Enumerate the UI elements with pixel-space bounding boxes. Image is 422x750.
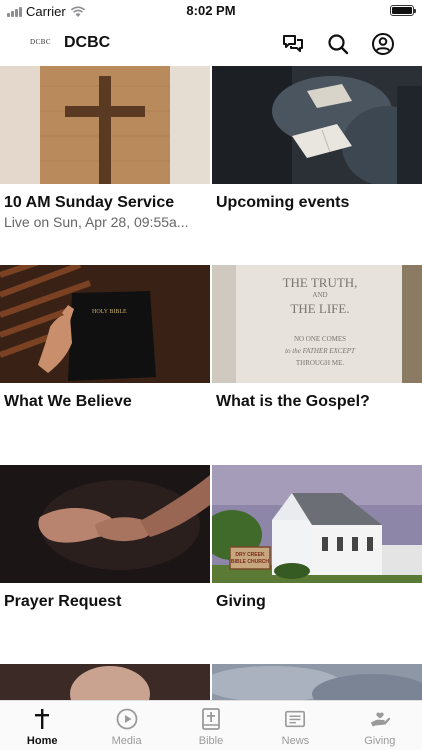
page-text-line: NO ONE COMES [294,335,346,343]
page-text-line: AND [312,291,327,299]
partial-photo-sky [212,664,422,700]
tab-label: Home [26,735,58,747]
content-grid: 10 AM Sunday Service Live on Sun, Apr 28… [0,66,422,700]
card-what-we-believe[interactable]: HOLY BIBLE What We Believe [0,265,210,413]
tab-media[interactable]: Media [84,701,168,750]
card-title: What We Believe [4,393,132,410]
people-reading-bibles-photo [212,66,422,184]
hand-on-holy-bible-photo: HOLY BIBLE [0,265,210,383]
tab-label: Media [111,735,142,747]
tab-bible[interactable]: Bible [169,701,253,750]
tab-home[interactable]: Home [0,701,84,750]
app-title: DCBC [64,34,111,51]
card-what-is-the-gospel[interactable]: THE TRUTH, AND THE LIFE. NO ONE COMES to… [212,265,422,413]
app-header: DCBC DCBC [0,22,422,66]
bible-cover-text: HOLY BIBLE [92,309,127,315]
bible-icon [200,708,222,730]
search-icon[interactable] [326,32,350,56]
church-sign-text: DRY CREEK [235,552,265,558]
card-partial-left[interactable] [0,664,210,700]
app-logo[interactable]: DCBC [30,38,51,46]
battery-icon [390,5,416,16]
giving-hand-icon [369,708,391,730]
card-title: Prayer Request [4,593,122,610]
church-sign-text: BIBLE CHURCH [231,559,269,565]
partial-photo-hands [0,664,210,700]
tab-giving[interactable]: Giving [338,701,422,750]
open-hands-photo [0,465,210,583]
page-text-line: THE LIFE. [290,301,349,316]
status-time: 8:02 PM [186,3,236,18]
card-title: What is the Gospel? [216,393,370,410]
card-prayer-request[interactable]: Prayer Request [0,465,210,613]
tab-bar: Home Media Bible News Giving [0,700,422,750]
tab-label: Bible [198,735,224,747]
card-giving[interactable]: DRY CREEK BIBLE CHURCH Giving [212,465,422,613]
chat-icon[interactable] [281,32,305,56]
page-text-line: THE TRUTH, [283,275,358,290]
news-icon [284,708,306,730]
card-title: Giving [216,593,266,610]
white-church-photo: DRY CREEK BIBLE CHURCH [212,465,422,583]
tab-label: Giving [364,735,396,747]
card-upcoming-events[interactable]: Upcoming events [212,66,422,214]
page-text-line: to the FATHER EXCEPT [285,347,356,355]
tab-news[interactable]: News [253,701,337,750]
profile-icon[interactable] [371,32,395,56]
card-title: Upcoming events [216,194,350,211]
wooden-cross-photo [0,66,210,184]
page-text-line: THROUGH ME. [296,359,344,367]
card-partial-right[interactable] [212,664,422,700]
play-circle-icon [116,708,138,730]
status-bar: Carrier 8:02 PM [0,0,422,22]
card-title: 10 AM Sunday Service [4,194,175,211]
tab-label: News [281,735,310,747]
card-sunday-service[interactable]: 10 AM Sunday Service Live on Sun, Apr 28… [0,66,210,230]
card-subtitle: Live on Sun, Apr 28, 09:55a... [4,214,189,230]
cross-icon [31,708,53,730]
bible-page-photo: THE TRUTH, AND THE LIFE. NO ONE COMES to… [212,265,422,383]
